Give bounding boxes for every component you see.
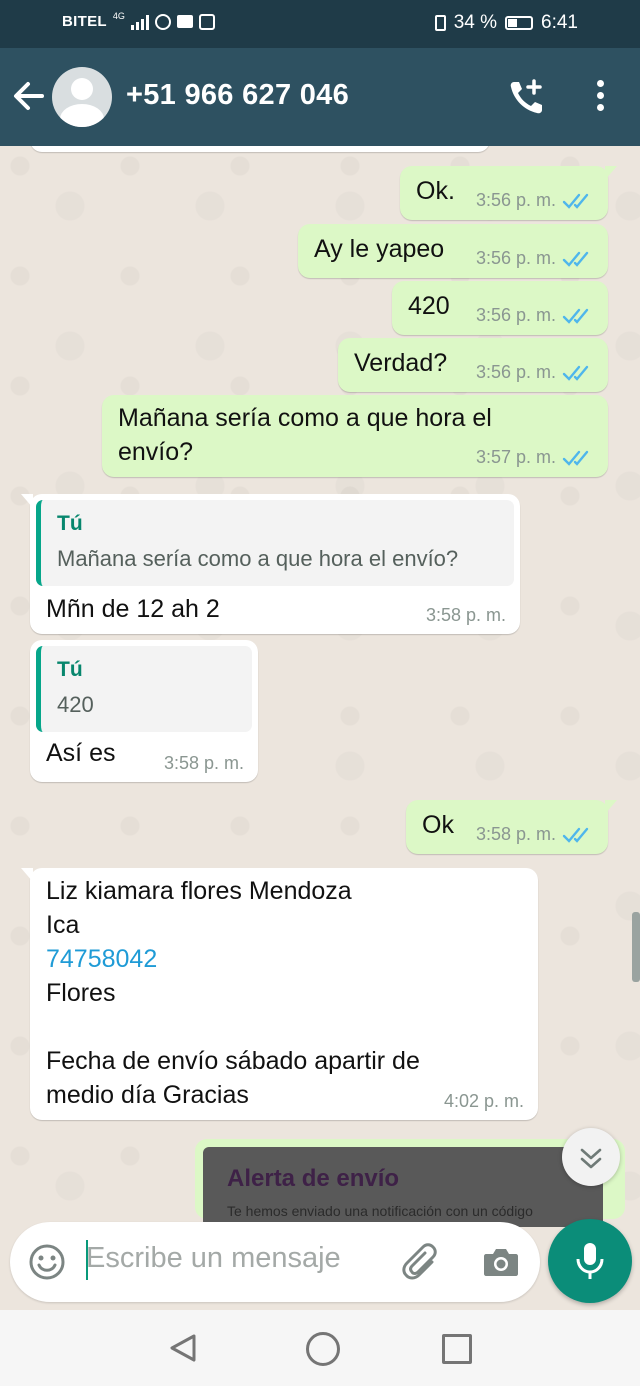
message-meta: 3:56 p. m. (476, 248, 594, 269)
message-time: 3:58 p. m. (425, 605, 506, 625)
message-time: 3:56 p. m. (475, 248, 556, 268)
message-meta: 3:57 p. m. (476, 447, 594, 468)
microphone-icon[interactable] (548, 1219, 632, 1303)
message-time: 4:02 p. m. (443, 1091, 524, 1111)
message-composer[interactable]: Escribe un mensaje (10, 1222, 540, 1302)
contact-name[interactable]: +51 966 627 046 (126, 79, 349, 112)
message-bubble[interactable]: Ok. 3:56 p. m. (400, 166, 617, 220)
read-ticks-icon (562, 450, 589, 466)
message-meta: 3:56 p. m. (476, 190, 594, 211)
alert-title: Alerta de envío (227, 1165, 400, 1192)
message-text: Verdad? (354, 349, 448, 377)
alert-image: Alerta de envío Te hemos enviado una not… (203, 1147, 603, 1227)
message-meta: 3:56 p. m. (476, 305, 594, 326)
nav-back-icon[interactable] (168, 1332, 198, 1364)
message-text: Liz kiamara flores Mendoza Ica 74758042 … (46, 874, 420, 1112)
message-text: Así es (46, 739, 116, 767)
alert-subtitle: Te hemos enviado una notificación con un… (227, 1203, 533, 1219)
instagram-notification-icon (198, 13, 215, 30)
image-message[interactable]: Alerta de envío Te hemos enviado una not… (195, 1139, 625, 1227)
message-bubble[interactable]: 420 3:56 p. m. (392, 281, 608, 335)
quoted-message[interactable]: Tú Mañana sería como a que hora el envío… (36, 500, 514, 586)
scrollbar-thumb[interactable] (632, 912, 640, 982)
nav-recent-icon[interactable] (442, 1334, 472, 1364)
quote-text: 420 (57, 692, 94, 717)
quoted-message[interactable]: Tú 420 (36, 646, 252, 732)
status-bar: BITEL 4G 34 % 6:41 (0, 0, 640, 48)
read-ticks-icon (562, 365, 589, 381)
message-time: 3:56 p. m. (475, 305, 556, 325)
message-text: Ok. (416, 177, 455, 205)
message-time: 3:58 p. m. (163, 753, 244, 773)
vibrate-icon (434, 15, 446, 31)
message-text: Ay le yapeo (314, 235, 445, 263)
message-line: envío? (118, 438, 194, 466)
carrier-label: BITEL (62, 13, 107, 30)
whatsapp-notification-icon (154, 13, 171, 30)
nav-home-icon[interactable] (306, 1332, 340, 1366)
battery-icon (505, 16, 534, 30)
message-meta: 3:56 p. m. (476, 362, 594, 383)
message-time: 3:56 p. m. (475, 190, 556, 210)
read-ticks-icon (562, 251, 589, 267)
signal-icon (130, 14, 149, 30)
message-text: Ok (422, 811, 454, 839)
network-label: 4G (112, 10, 125, 21)
message-text: Mñn de 12 ah 2 (46, 595, 220, 623)
add-call-icon[interactable] (506, 76, 548, 118)
read-ticks-icon (562, 308, 589, 324)
read-ticks-icon (562, 193, 589, 209)
message-bubble[interactable]: Mañana sería como a que hora el envío? 3… (102, 395, 608, 477)
message-text: 420 (408, 292, 450, 320)
message-bubble[interactable]: Tú Mañana sería como a que hora el envío… (21, 494, 520, 634)
clock: 6:41 (541, 12, 578, 33)
emoji-icon[interactable] (28, 1243, 66, 1281)
message-bubble[interactable]: Liz kiamara flores Mendoza Ica 74758042 … (21, 868, 538, 1120)
quote-text: Mañana sería como a que hora el envío? (57, 546, 459, 571)
message-notification-icon (176, 15, 193, 28)
partial-message (30, 146, 490, 152)
message-line: Ica (46, 911, 80, 939)
phone-link[interactable]: 74758042 (46, 942, 420, 976)
message-bubble[interactable]: Verdad? 3:56 p. m. (338, 338, 608, 392)
message-line: Flores (46, 979, 116, 1007)
chat-area[interactable]: Ok. 3:56 p. m. Ay le yapeo 3:56 p. m. 42… (0, 146, 640, 1310)
message-bubble[interactable]: Ok 3:58 p. m. (406, 800, 617, 854)
system-nav-bar (0, 1310, 640, 1386)
camera-icon[interactable] (482, 1244, 520, 1280)
back-arrow-icon[interactable] (12, 78, 46, 114)
quote-author: Tú (57, 512, 83, 535)
status-right: 34 % 6:41 (434, 12, 578, 34)
message-text: Mañana sería como a que hora el envío? (118, 401, 492, 469)
message-bubble[interactable]: Ay le yapeo 3:56 p. m. (298, 224, 608, 278)
message-time: 3:57 p. m. (475, 447, 556, 467)
message-line: Liz kiamara flores Mendoza (46, 877, 352, 905)
avatar-icon[interactable] (52, 67, 112, 127)
attach-icon[interactable] (402, 1242, 442, 1282)
message-line: medio día Gracias (46, 1081, 249, 1109)
quote-author: Tú (57, 658, 83, 681)
scroll-down-icon[interactable] (562, 1128, 620, 1186)
message-bubble[interactable]: Tú 420 Así es 3:58 p. m. (30, 640, 258, 782)
message-line: Mañana sería como a que hora el (118, 404, 492, 432)
more-options-icon[interactable] (588, 80, 612, 114)
message-time: 3:58 p. m. (475, 824, 556, 844)
message-time: 3:56 p. m. (475, 362, 556, 382)
text-cursor (86, 1240, 88, 1280)
message-meta: 3:58 p. m. (476, 824, 594, 845)
chat-header: +51 966 627 046 (0, 48, 640, 146)
status-left: BITEL 4G (62, 10, 215, 30)
read-ticks-icon (562, 827, 589, 843)
message-line: Fecha de envío sábado apartir de (46, 1047, 420, 1075)
message-input[interactable]: Escribe un mensaje (86, 1242, 341, 1275)
battery-percent: 34 % (453, 12, 498, 33)
